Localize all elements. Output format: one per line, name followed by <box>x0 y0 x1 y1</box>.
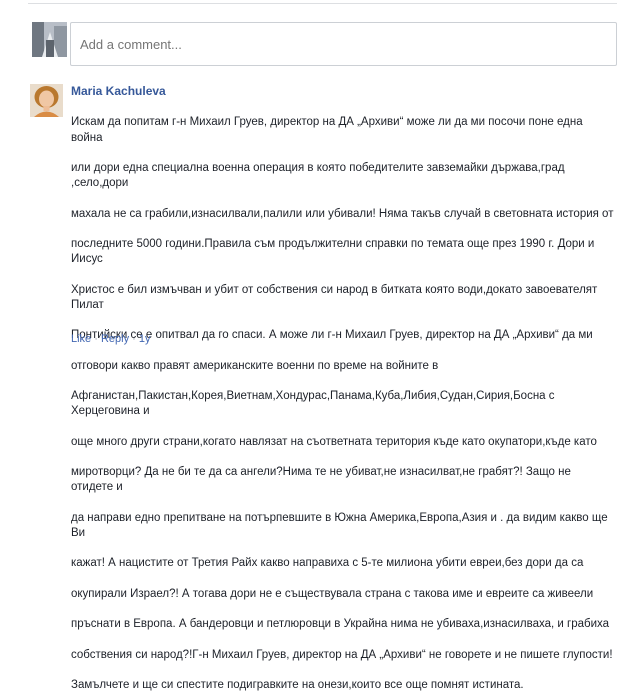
comment-author-link[interactable]: Maria Kachuleva <box>71 84 616 99</box>
comment-body-line: Афганистан,Пакистан,Корея,Виетнам,Хондур… <box>71 390 555 418</box>
current-user-avatar <box>32 22 67 57</box>
commenter-avatar[interactable] <box>30 84 63 117</box>
section-divider <box>28 3 617 4</box>
comment-body-line: да направи едно препитване на потърпевши… <box>71 511 608 539</box>
avatar-photo-icon <box>32 22 67 57</box>
comment-body-line: отговори какво правят американските воен… <box>71 359 439 372</box>
comment-body-line: кажат! А нацистите от Третия Райх какво … <box>71 557 584 570</box>
comment-body-line: собствения си народ?!Г-н Михаил Груев, д… <box>71 648 613 661</box>
reply-link[interactable]: Reply <box>101 333 129 345</box>
comment-body: Искам да попитам г-н Михаил Груев, дирек… <box>71 100 616 696</box>
comment-body-line: окупирали Израел?! А тогава дори не е съ… <box>71 587 594 600</box>
comment-body-line: още много други страни,когато навлязат н… <box>71 435 597 448</box>
action-separator: · <box>91 333 101 345</box>
comment-body-line: Искам да попитам г-н Михаил Груев, дирек… <box>71 116 583 144</box>
comment-body-line: или дори една специална военна операция … <box>71 162 565 190</box>
comment-input[interactable] <box>70 22 617 66</box>
comment: Maria Kachuleva Искам да попитам г-н Мих… <box>71 84 616 696</box>
action-separator: · <box>129 333 139 345</box>
comment-body-line: махала не са грабили,изнасилвали,палили … <box>71 207 614 220</box>
profile-photo-icon <box>30 84 63 117</box>
comment-body-line: пръснати в Европа. А бандеровци и петлюр… <box>71 618 610 631</box>
like-link[interactable]: Like <box>71 333 91 345</box>
comment-body-line: Христос е бил измъчван и убит от собстве… <box>71 283 598 311</box>
comment-body-line: Замълчете и ще си спестите подигравките … <box>71 678 524 691</box>
comment-body-line: миротворци? Да не би те да са ангели?Ним… <box>71 466 571 494</box>
comment-body-line: Понтийски се е опитвал да го спаси. А мо… <box>71 329 593 342</box>
comment-actions: Like · Reply · 1y <box>71 333 151 345</box>
comment-body-line: последните 5000 години.Правила съм продъ… <box>71 238 595 266</box>
comment-timestamp[interactable]: 1y <box>139 333 151 345</box>
